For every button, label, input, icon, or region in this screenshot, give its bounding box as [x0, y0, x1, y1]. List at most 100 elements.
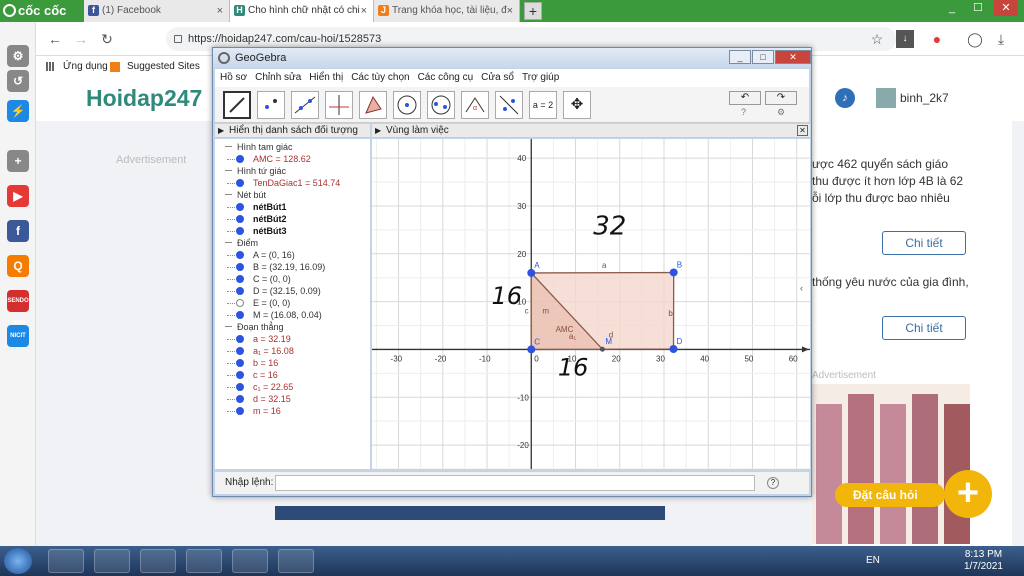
visibility-toggle-icon[interactable]	[236, 275, 244, 283]
graphics-view[interactable]: -30 -20 -10 0 10 20 30 40 50 60 40 30 20 10 -10 -20 a b d m…	[372, 139, 810, 469]
maximize-button[interactable]: ☐	[966, 0, 990, 16]
visibility-toggle-icon[interactable]	[236, 155, 244, 163]
add-icon[interactable]: +	[7, 150, 29, 172]
reload-button[interactable]: ↻	[98, 30, 116, 48]
command-input[interactable]	[275, 475, 755, 491]
algebra-item[interactable]: nétBút2	[215, 213, 287, 225]
visibility-toggle-icon[interactable]	[236, 287, 244, 295]
coordinate-plane[interactable]: -30 -20 -10 0 10 20 30 40 50 6040302010-10-20abdm…	[372, 139, 810, 469]
slider-tool-icon[interactable]: a = 2	[529, 91, 557, 119]
algebra-category[interactable]: Nét bút	[215, 189, 266, 201]
coccoc-taskbar-icon[interactable]	[186, 549, 222, 573]
start-button[interactable]	[4, 548, 32, 574]
visibility-toggle-icon[interactable]	[236, 371, 244, 379]
language-indicator[interactable]: EN	[866, 555, 880, 566]
algebra-item[interactable]: c = 16	[215, 369, 278, 381]
menu-view[interactable]: Hiển thị	[309, 72, 343, 83]
detail-button[interactable]: Chi tiết	[882, 231, 966, 255]
media-taskbar-icon[interactable]	[140, 549, 176, 573]
sendo-icon[interactable]: SENDO -50%	[7, 290, 29, 326]
ggb-maximize-button[interactable]: □	[752, 50, 774, 64]
close-tab-icon[interactable]: ×	[217, 0, 223, 22]
ggb-close-button[interactable]: ✕	[775, 50, 811, 64]
move-view-tool-icon[interactable]: ✥	[563, 91, 591, 119]
menu-options[interactable]: Các tùy chọn	[351, 72, 409, 83]
download-manager-icon[interactable]: ⤓	[992, 30, 1010, 48]
circle-tool-icon[interactable]	[393, 91, 421, 119]
tab-khoahoc[interactable]: J Trang khóa học, tài liệu, đ ×	[374, 0, 520, 22]
menu-file[interactable]: Hồ sơ	[220, 72, 247, 83]
search-icon[interactable]: Q	[7, 255, 29, 277]
algebra-item[interactable]: b = 16	[215, 357, 278, 369]
redo-button[interactable]: ↷	[765, 91, 797, 105]
new-tab-button[interactable]: +	[524, 2, 542, 20]
facebook-icon[interactable]: f	[7, 220, 29, 242]
side-collapse-icon[interactable]: ‹	[800, 283, 808, 295]
messenger-icon[interactable]: ⚡	[7, 100, 29, 122]
algebra-item[interactable]: B = (32.19, 16.09)	[215, 261, 325, 273]
algebra-item[interactable]: m = 16	[215, 405, 281, 417]
close-view-icon[interactable]: ✕	[797, 125, 808, 136]
algebra-item[interactable]: a = 32.19	[215, 333, 291, 345]
close-tab-icon[interactable]: ×	[361, 0, 367, 22]
menu-edit[interactable]: Chỉnh sửa	[255, 72, 301, 83]
geogebra-taskbar-icon[interactable]	[278, 549, 314, 573]
point-tool-icon[interactable]	[257, 91, 285, 119]
pen-tool-icon[interactable]	[223, 91, 251, 119]
visibility-toggle-icon[interactable]	[236, 299, 244, 307]
tab-facebook[interactable]: f (1) Facebook ×	[84, 0, 230, 22]
bookmark-suggested-sites[interactable]: Suggested Sites	[127, 57, 200, 77]
algebra-item[interactable]: c₁ = 22.65	[215, 381, 293, 393]
angle-tool-icon[interactable]: α	[461, 91, 489, 119]
graphics-view-header[interactable]: ▶ Vùng làm việc ✕	[372, 124, 810, 138]
ask-plus-button[interactable]: +	[944, 470, 992, 518]
system-clock[interactable]: 8:13 PM 1/7/2021	[964, 549, 1003, 573]
help-icon[interactable]: ?	[741, 107, 746, 117]
visibility-toggle-icon[interactable]	[236, 359, 244, 367]
undo-button[interactable]: ↶	[729, 91, 761, 105]
visibility-toggle-icon[interactable]	[236, 311, 244, 319]
visibility-toggle-icon[interactable]	[236, 263, 244, 271]
algebra-item[interactable]: AMC = 128.62	[215, 153, 311, 165]
algebra-item[interactable]: A = (0, 16)	[215, 249, 295, 261]
menu-tools[interactable]: Các công cụ	[418, 72, 474, 83]
menu-help[interactable]: Trợ giúp	[522, 72, 559, 83]
algebra-item[interactable]: D = (32.15, 0.09)	[215, 285, 321, 297]
visibility-toggle-icon[interactable]	[236, 383, 244, 391]
perpendicular-tool-icon[interactable]	[325, 91, 353, 119]
ie-taskbar-icon[interactable]	[48, 549, 84, 573]
youtube-icon[interactable]: ▶	[7, 185, 29, 207]
recorder-taskbar-icon[interactable]	[232, 549, 268, 573]
algebra-item[interactable]: nétBút1	[215, 201, 287, 213]
settings-icon[interactable]: ⚙	[777, 107, 785, 118]
visibility-toggle-icon[interactable]	[236, 347, 244, 355]
visibility-toggle-icon[interactable]	[236, 395, 244, 403]
account-icon[interactable]: ◯	[966, 30, 984, 48]
algebra-view-header[interactable]: ▶ Hiển thị danh sách đối tượng	[215, 124, 370, 138]
line-tool-icon[interactable]	[291, 91, 319, 119]
site-logo[interactable]: Hoidap247	[86, 85, 202, 112]
explorer-taskbar-icon[interactable]	[94, 549, 130, 573]
close-tab-icon[interactable]: ×	[507, 0, 513, 22]
tab-hoidap[interactable]: H Cho hình chữ nhật có chi ×	[230, 0, 374, 22]
polygon-tool-icon[interactable]	[359, 91, 387, 119]
settings-icon[interactable]: ⚙	[7, 45, 29, 67]
algebra-item[interactable]: C = (0, 0)	[215, 273, 291, 285]
coccoc-extension-icon[interactable]: ●	[928, 30, 946, 48]
algebra-category[interactable]: Điểm	[215, 237, 258, 249]
browser-brand[interactable]: cốc cốc	[0, 0, 84, 22]
close-window-button[interactable]: ✕	[994, 0, 1018, 16]
visibility-toggle-icon[interactable]	[236, 227, 244, 235]
username[interactable]: binh_2k7	[900, 91, 949, 105]
ask-question-button[interactable]: Đặt câu hỏi	[835, 483, 945, 507]
visibility-toggle-icon[interactable]	[236, 407, 244, 415]
visibility-toggle-icon[interactable]	[236, 251, 244, 259]
visibility-toggle-icon[interactable]	[236, 335, 244, 343]
input-help-icon[interactable]: ?	[767, 477, 779, 489]
algebra-item[interactable]: M = (16.08, 0.04)	[215, 309, 322, 321]
menu-window[interactable]: Cửa sổ	[481, 72, 514, 83]
history-icon[interactable]: ↺	[7, 70, 29, 92]
visibility-toggle-icon[interactable]	[236, 179, 244, 187]
algebra-item[interactable]: TenDaGiac1 = 514.74	[215, 177, 340, 189]
algebra-category[interactable]: Đoạn thẳng	[215, 321, 284, 333]
